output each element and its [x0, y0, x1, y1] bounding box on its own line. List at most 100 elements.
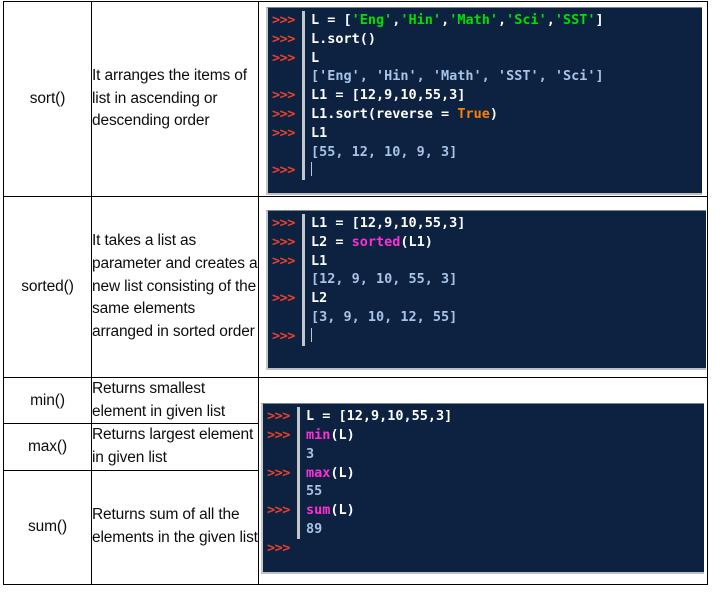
console-token: 'Hin': [400, 12, 442, 28]
table-row: sorted() It takes a list as parameter an…: [3, 196, 708, 378]
console-token: 3: [306, 445, 315, 462]
console-token: ,: [441, 12, 450, 28]
console-line: >>> L = ['Eng','Hin','Math','Sci','SST']: [268, 11, 702, 30]
console-line: >>> L2: [268, 289, 706, 308]
console-line: >>>: [268, 161, 702, 181]
console-line: 89: [263, 520, 704, 539]
console-token: [3, 9, 10, 12, 55]: [311, 308, 458, 325]
table-sheet: sort() It arranges the items of list in …: [0, 1, 716, 598]
function-name-cell: sort(): [3, 1, 92, 197]
prompt-icon: >>>: [267, 427, 290, 444]
prompt-icon: >>>: [272, 30, 295, 47]
console-line-text: [3, 9, 10, 12, 55]: [305, 308, 706, 327]
console-token: L.sort(): [311, 30, 377, 47]
console-line: >>> L1: [268, 123, 702, 143]
console-token: L: [311, 49, 320, 66]
prompt-icon: >>>: [272, 49, 295, 66]
console-token: L1 = [12,9,10,55,3]: [311, 215, 466, 231]
text-caret: [311, 327, 312, 342]
console-token: True: [457, 105, 490, 122]
console-token: ): [489, 105, 498, 122]
console-token: (L): [330, 427, 355, 444]
console-token: (L): [330, 502, 355, 519]
console-token: 89: [306, 521, 323, 538]
console-token: L1: [311, 124, 328, 141]
console-line-text: L1 = [12,9,10,55,3]: [305, 86, 702, 105]
console-line: >>> L.sort(): [268, 29, 702, 49]
table-row: sort() It arranges the items of list in …: [3, 1, 708, 197]
console-line-text: L.sort(): [305, 30, 702, 49]
console-token: [12, 9, 10, 55, 3]: [311, 271, 458, 288]
console-line-text: L = [12,9,10,55,3]: [300, 407, 704, 426]
console-line-text: L2: [305, 289, 706, 308]
python-console-min-max-sum[interactable]: >>> L = [12,9,10,55,3] >>> min(L) 3 >>> max(L)…: [261, 403, 704, 575]
function-name-cell: min(): [3, 376, 92, 425]
console-line: >>> L1 = [12,9,10,55,3]: [268, 86, 702, 105]
console-token: L1 = [12,9,10,55,3]: [311, 87, 466, 104]
function-description-cell: Returns sum of all the elements in the g…: [91, 469, 259, 585]
console-token: ]: [595, 12, 604, 28]
python-console-sort[interactable]: >>> L = ['Eng','Hin','Math','Sci','SST'] >…: [266, 7, 702, 195]
console-token: ,: [546, 12, 555, 28]
prompt-icon: >>>: [272, 124, 295, 141]
console-token: ,: [497, 12, 507, 28]
console-line: >>> L1 = [12,9,10,55,3]: [268, 214, 706, 233]
prompt-icon: >>>: [272, 12, 295, 28]
console-line: [55, 12, 10, 9, 3]: [268, 142, 702, 162]
console-token: 'Eng': [351, 12, 393, 28]
console-line: >>> L2 = sorted(L1): [268, 232, 706, 252]
console-line: >>> max(L): [263, 463, 704, 483]
console-line-text: [12, 9, 10, 55, 3]: [305, 270, 706, 289]
console-token: L1.sort(reverse =: [311, 105, 458, 122]
console-token: 'Sci': [506, 12, 547, 28]
prompt-icon: >>>: [272, 87, 295, 104]
console-line: [3, 9, 10, 12, 55]: [268, 307, 706, 327]
function-name-cell: sum(): [3, 469, 92, 585]
console-token: sorted: [351, 233, 401, 250]
console-token: L1: [311, 252, 328, 269]
console-line: 55: [263, 482, 704, 502]
console-line-text: L2 = sorted(L1): [305, 233, 706, 252]
console-line-text: 3: [300, 445, 704, 464]
prompt-icon: >>>: [272, 233, 295, 250]
function-description-cell: Returns largest element in given list: [91, 423, 259, 471]
console-token: 'SST': [554, 12, 596, 28]
console-line-text: sum(L): [300, 501, 704, 520]
console-gutter-divider: [297, 539, 300, 558]
function-description-cell: It takes a list as parameter and creates…: [91, 196, 259, 378]
prompt-icon: >>>: [272, 105, 295, 122]
function-name-cell: max(): [3, 423, 92, 471]
prompt-icon: >>>: [267, 408, 290, 425]
python-console-sorted[interactable]: >>> L1 = [12,9,10,55,3] >>> L2 = sorted(L1)…: [266, 210, 706, 370]
console-line: >>> min(L): [263, 426, 704, 445]
console-line: >>> sum(L): [263, 501, 704, 521]
console-line: 3: [263, 444, 704, 464]
prompt-icon: >>>: [267, 502, 290, 519]
console-line-text: 55: [300, 482, 704, 501]
console-line-text: L1: [305, 252, 706, 271]
console-token: (L): [330, 464, 355, 481]
console-line-text: [305, 327, 706, 346]
console-line-text: [305, 161, 702, 180]
console-lines: >>> L = [12,9,10,55,3] >>> min(L) 3 >>> max(L)…: [263, 404, 704, 559]
console-token: ['Eng', 'Hin', 'Math', 'SST', 'Sci']: [311, 68, 604, 85]
console-token: 55: [306, 483, 323, 500]
python-list-functions-table: sort() It arranges the items of list in …: [3, 1, 708, 585]
code-console-cell: >>> L = [12,9,10,55,3] >>> min(L) 3 >>> max(L)…: [258, 377, 708, 585]
console-token: L2: [311, 290, 328, 307]
code-console-cell: >>> L = ['Eng','Hin','Math','Sci','SST'] >…: [258, 1, 708, 197]
console-line: >>> L1: [268, 251, 706, 271]
console-line: >>>: [268, 326, 706, 346]
console-line-text: L: [305, 49, 702, 68]
console-token: min: [306, 427, 331, 444]
text-caret: [311, 162, 312, 177]
console-lines: >>> L1 = [12,9,10,55,3] >>> L2 = sorted(L1)…: [268, 211, 706, 348]
console-line: >>> L = [12,9,10,55,3]: [263, 407, 704, 427]
console-token: L = [: [311, 12, 352, 28]
console-token: [55, 12, 10, 9, 3]: [311, 143, 458, 160]
console-line-text: L = ['Eng','Hin','Math','Sci','SST']: [305, 11, 702, 30]
prompt-icon: >>>: [272, 162, 295, 179]
console-line-text: ['Eng', 'Hin', 'Math', 'SST', 'Sci']: [305, 67, 702, 86]
console-line: [12, 9, 10, 55, 3]: [268, 270, 706, 290]
console-line-text: min(L): [300, 426, 704, 445]
